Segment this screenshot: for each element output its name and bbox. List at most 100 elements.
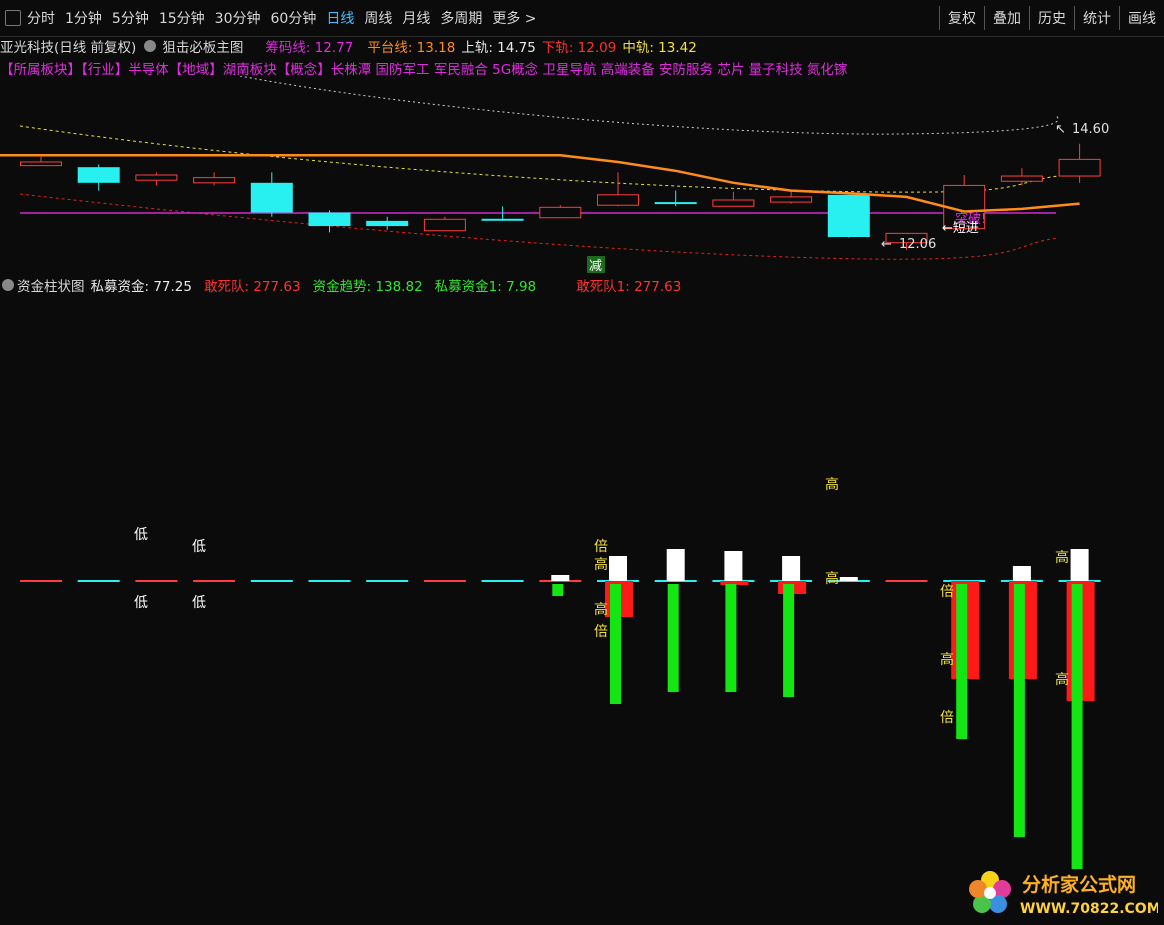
period-tab-fenshi[interactable]: 分时 <box>27 8 55 28</box>
candle <box>597 172 639 207</box>
middle-band-line <box>19 125 1059 193</box>
simu-bar <box>551 575 570 581</box>
simu-bar <box>724 551 743 581</box>
indicator-dropdown-icon[interactable] <box>144 40 157 52</box>
pingtai-value: 平台线: 13.18 <box>367 40 456 56</box>
sub-indicator-dropdown-icon[interactable] <box>2 279 14 291</box>
candle <box>1058 143 1101 183</box>
period-tab-60min[interactable]: 60分钟 <box>271 8 317 28</box>
candle <box>193 172 236 186</box>
xiagui-value: 下轨: 12.09 <box>541 40 617 56</box>
simu1-bar <box>725 584 737 692</box>
simu-bar <box>839 577 858 581</box>
logo-name: 分析家公式网 <box>1022 873 1136 896</box>
site-logo: 分析家公式网 WWW.70822.COM <box>962 863 1161 921</box>
period-tab-multi[interactable]: 多周期 <box>440 8 482 28</box>
main-chart-header: 亚光科技(日线 前复权) 狙击必板主图 筹码线: 12.77 平台线: 13.1… <box>0 36 703 56</box>
period-tab-1min[interactable]: 1分钟 <box>65 8 102 28</box>
candle <box>366 216 409 230</box>
platform-line <box>0 153 1080 213</box>
period-tab-5min[interactable]: 5分钟 <box>112 8 149 28</box>
candle <box>654 190 697 207</box>
simu1-bar <box>667 584 679 692</box>
history-button[interactable]: 历史 <box>1029 6 1074 30</box>
signal-marker: 倍 <box>594 624 608 640</box>
candle <box>77 164 120 191</box>
upper-band-line <box>239 76 1059 135</box>
signal-marker: 低 <box>134 595 148 611</box>
candle <box>1000 168 1043 186</box>
candle <box>827 194 870 238</box>
candle <box>20 156 62 167</box>
simu-bar <box>782 556 801 581</box>
period-tab-15min[interactable]: 15分钟 <box>159 8 205 28</box>
short-entry-label: ←短进 <box>942 221 979 236</box>
shanggui-value: 上轨: 14.75 <box>461 40 536 56</box>
simu-bar <box>609 556 627 581</box>
zhonggui-value: 中轨: 13.42 <box>622 40 697 56</box>
period-tab-daily[interactable]: 日线 <box>326 8 354 28</box>
qushi-value: 资金趋势: 138.82 <box>312 279 423 295</box>
period-tab-monthly[interactable]: 月线 <box>402 8 430 28</box>
candle <box>135 172 178 186</box>
signal-marker: 高 <box>594 556 608 573</box>
signal-marker: 高 <box>1055 671 1069 688</box>
simu-value: 私募资金: 77.25 <box>90 279 193 295</box>
signal-marker: 低 <box>192 539 206 555</box>
period-bar: 分时 1分钟 5分钟 15分钟 30分钟 60分钟 日线 周线 月线 多周期 更… <box>0 7 547 29</box>
gansidui-value: 敢死队: 277.63 <box>204 279 301 295</box>
simu-bar <box>1070 549 1089 581</box>
draw-button[interactable]: 画线 <box>1119 6 1164 30</box>
signal-marker: 倍 <box>940 584 954 600</box>
flower-logo-icon: 分析家公式网 WWW.70822.COM <box>969 871 1161 917</box>
sub-chart-header: 资金柱状图 私募资金: 77.25 敢死队: 277.63 资金趋势: 138.… <box>0 275 693 295</box>
fuquan-button[interactable]: 复权 <box>939 6 984 30</box>
gansidui1-value: 敢死队1: 277.63 <box>576 279 682 295</box>
simu1-bar <box>1071 584 1083 869</box>
signal-marker: 高 <box>825 570 839 587</box>
signal-marker: 高 <box>825 476 839 493</box>
panel-toggle-icon[interactable] <box>5 10 21 26</box>
candle <box>250 172 293 217</box>
signal-marker: 低 <box>134 527 148 543</box>
concept-blocks: 【所属板块】【行业】半导体【地域】湖南板块【概念】长株潭 国防军工 军民融合 5… <box>0 58 852 78</box>
tool-buttons: 复权 叠加 历史 统计 画线 <box>939 6 1164 30</box>
candle <box>308 210 351 233</box>
candle <box>712 191 755 207</box>
logo-url: WWW.70822.COM <box>1020 901 1158 917</box>
high-price-label: 14.60 <box>1072 122 1109 137</box>
low-price-arrow: ← <box>881 237 892 252</box>
period-tab-weekly[interactable]: 周线 <box>364 8 392 28</box>
overlay-button[interactable]: 叠加 <box>984 6 1029 30</box>
fund-bar-chart[interactable]: 低低低 低倍高高倍高高倍高倍高高 <box>0 296 1164 925</box>
simu1-value: 私募资金1: 7.98 <box>434 279 537 295</box>
simu1-bar <box>956 584 968 739</box>
signal-marker: 倍 <box>594 539 608 555</box>
signal-marker: 高 <box>1055 549 1069 566</box>
low-price-label: 12.06 <box>899 237 936 252</box>
simu1-bar <box>610 584 621 704</box>
stats-button[interactable]: 统计 <box>1074 6 1119 30</box>
period-tab-30min[interactable]: 30分钟 <box>215 8 261 28</box>
indicator-name[interactable]: 狙击必板主图 <box>162 36 243 56</box>
simu1-bar <box>552 584 564 596</box>
signal-marker: 高 <box>940 651 954 668</box>
simu1-bar <box>1013 584 1025 837</box>
toolbar: 分时 1分钟 5分钟 15分钟 30分钟 60分钟 日线 周线 月线 多周期 更… <box>0 0 1164 37</box>
stock-title: 亚光科技(日线 前复权) <box>0 40 137 56</box>
simu1-bar <box>783 584 795 697</box>
reduce-marker: 减 <box>589 259 602 274</box>
simu-bar <box>1012 566 1031 581</box>
simu-bar <box>666 549 685 581</box>
high-price-arrow: ↖ <box>1055 122 1066 137</box>
candle <box>423 216 466 232</box>
sub-indicator-title[interactable]: 资金柱状图 <box>17 275 85 295</box>
signal-marker: 低 <box>192 595 206 611</box>
chouma-value: 筹码线: 12.77 <box>265 40 354 56</box>
period-tab-more[interactable]: 更多 > <box>492 8 536 28</box>
signal-marker: 高 <box>594 601 608 618</box>
candle <box>770 190 813 204</box>
signal-marker: 倍 <box>940 710 954 726</box>
candlestick-chart[interactable]: ↖ 14.60← 12.06减突破!←短进 <box>0 76 1164 274</box>
candle <box>539 205 582 219</box>
